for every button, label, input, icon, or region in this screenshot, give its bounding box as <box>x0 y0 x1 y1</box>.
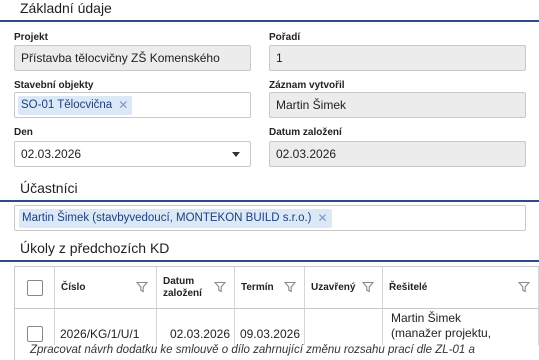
section-tasks-header: Úkoly z předchozích KD <box>0 238 539 262</box>
chevron-down-icon[interactable] <box>232 152 240 157</box>
task-solvers-cell[interactable]: Martin Šimek (manažer projektu, <box>383 309 539 345</box>
created-date-field: 02.03.2026 <box>269 141 526 167</box>
day-label: Den <box>14 127 33 138</box>
day-value: 02.03.2026 <box>21 147 82 161</box>
created-by-label: Záznam vytvořil <box>269 80 345 91</box>
order-field: 1 <box>269 45 526 71</box>
row-select-cell <box>15 309 55 345</box>
task-solvers: Martin Šimek (manažer projektu, <box>391 311 492 340</box>
task-closed-cell[interactable] <box>305 309 383 345</box>
section-tasks-title: Úkoly z předchozích KD <box>20 240 170 256</box>
section-basic-title: Základní údaje <box>20 0 112 16</box>
select-all-checkbox[interactable] <box>26 279 43 296</box>
created-date-value: 02.03.2026 <box>276 147 337 161</box>
objects-chip-label: SO-01 Tělocvična <box>21 99 113 111</box>
order-value: 1 <box>276 51 283 65</box>
select-all-header <box>15 267 55 309</box>
created-by-field: Martin Šimek <box>269 92 526 118</box>
section-participants-title: Účastníci <box>20 180 78 196</box>
objects-chip[interactable]: SO-01 Tělocvična ✕ <box>18 95 133 115</box>
task-deadline: 09.03.2026 <box>239 327 300 341</box>
filter-icon[interactable] <box>518 281 530 293</box>
column-header-created[interactable]: Datum založení <box>157 267 235 309</box>
task-description: Zpracovat návrh dodatku ke smlouvě o díl… <box>30 344 475 356</box>
order-label: Pořadí <box>269 32 301 43</box>
project-label: Projekt <box>14 32 48 43</box>
participants-multiselect[interactable]: Martin Šimek (stavbyvedoucí, MONTEKON BU… <box>14 205 526 231</box>
section-participants-header: Účastníci <box>0 178 539 202</box>
close-icon[interactable]: ✕ <box>318 211 328 225</box>
column-header-number[interactable]: Číslo <box>55 267 157 309</box>
filter-icon[interactable] <box>362 281 374 293</box>
task-created-cell[interactable]: 02.03.2026 <box>157 309 235 345</box>
participant-chip-label: Martin Šimek (stavbyvedoucí, MONTEKON BU… <box>22 212 312 224</box>
column-header-solvers[interactable]: Řešitelé <box>383 267 539 309</box>
column-deadline-label: Termín <box>241 282 274 293</box>
task-created: 02.03.2026 <box>169 327 230 341</box>
close-icon[interactable]: ✕ <box>118 98 128 112</box>
objects-multiselect[interactable]: SO-01 Tělocvična ✕ <box>14 92 251 118</box>
filter-icon[interactable] <box>214 281 226 293</box>
task-number-cell[interactable]: 2026/KG/1/U/1 <box>55 309 157 345</box>
project-value: Přístavba tělocvičny ZŠ Komenského <box>21 51 220 65</box>
created-by-value: Martin Šimek <box>276 98 347 112</box>
column-solvers-label: Řešitelé <box>389 282 428 293</box>
row-checkbox[interactable] <box>26 326 43 342</box>
column-created-label: Datum založení <box>163 275 202 299</box>
column-number-label: Číslo <box>61 282 86 293</box>
participant-chip[interactable]: Martin Šimek (stavbyvedoucí, MONTEKON BU… <box>19 208 332 228</box>
filter-icon[interactable] <box>284 281 296 293</box>
filter-icon[interactable] <box>136 281 148 293</box>
column-closed-label: Uzavřený <box>311 282 356 293</box>
column-header-closed[interactable]: Uzavřený <box>305 267 383 309</box>
created-date-label: Datum založení <box>269 127 342 138</box>
section-basic-header: Základní údaje <box>0 0 539 22</box>
day-select[interactable]: 02.03.2026 <box>14 141 251 167</box>
objects-label: Stavební objekty <box>14 80 94 91</box>
task-number: 2026/KG/1/U/1 <box>60 327 140 341</box>
task-deadline-cell[interactable]: 09.03.2026 <box>235 309 305 345</box>
project-field: Přístavba tělocvičny ZŠ Komenského <box>14 45 251 71</box>
column-header-deadline[interactable]: Termín <box>235 267 305 309</box>
